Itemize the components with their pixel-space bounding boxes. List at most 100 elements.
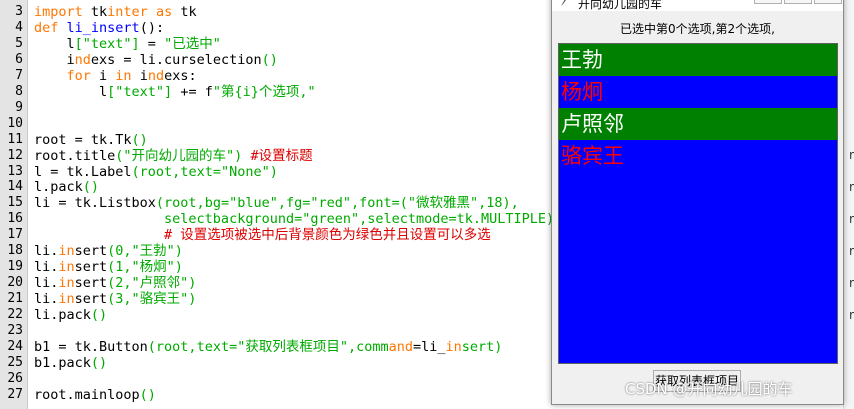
code-token: ["text"] [74,35,140,52]
line-number: 13 [7,163,23,179]
code-token: i [90,67,116,84]
window-titlebar[interactable]: 开向幼儿园的车 [552,0,843,11]
code-token: tk [82,4,108,20]
code-token: exs = li.curselection [90,51,262,68]
code-token: li. [34,243,59,260]
code-text: root.mainloop() [34,387,156,403]
code-text: b1.pack() [34,355,107,371]
line-number: 22 [7,307,23,323]
code-token: def [34,19,59,36]
code-token: i [34,51,75,68]
code-text: l["text"] += f"第{i}个选项," [34,84,316,100]
code-token: # 设置选项被选中后背景颜色为绿色并且设置可以多选 [164,227,491,244]
line-number: 17 [7,227,23,243]
code-token: += f [172,83,213,100]
code-text: import tkinter as tk [34,4,197,20]
listbox-item[interactable]: 骆宾王 [559,140,837,172]
code-token: root = tk.Tk [34,131,132,148]
code-token: exs: [164,67,197,84]
code-token: () [261,51,278,68]
line-number: 4 [15,19,23,35]
maximize-button[interactable] [784,0,812,4]
code-token: root.mai [34,386,100,403]
code-text: li.pack() [34,307,107,323]
line-number: 15 [7,195,23,211]
code-token: (root,text="None") [131,163,278,180]
code-token: (1,"杨炯") [107,259,183,276]
code-token: li. [34,259,59,276]
listbox-item[interactable]: 卢照邻 [559,108,837,140]
code-text: li = tk.Listbox(root,bg="blue",fg="red",… [34,195,519,211]
code-text: indexs = li.curselection() [34,52,278,68]
code-token: sert [74,243,108,260]
code-token: selectbackground="green",selectmode=tk.M… [34,211,555,228]
code-text: li.insert(1,"杨炯") [34,259,183,275]
code-token: li.pack [34,307,91,324]
code-token: l [34,35,75,52]
code-text: l = tk.Label(root,text="None") [34,164,278,180]
code-token: li. [34,291,59,308]
code-text: li.insert(3,"骆宾王") [34,291,196,307]
code-token: (2,"卢照邻") [107,275,197,292]
code-token: in [58,243,75,260]
code-token: inter [107,4,148,20]
code-token: () [90,307,108,324]
listbox-item[interactable]: 王勃 [559,44,837,76]
code-token: import [34,4,83,20]
code-token: = [139,35,165,52]
line-number: 14 [7,179,23,195]
code-token: nd [74,51,91,68]
window-title: 开向幼儿园的车 [578,0,663,11]
code-token: l = tk.Label [34,163,132,180]
minimize-button[interactable] [754,0,782,4]
line-number: 16 [7,211,23,227]
line-number: 26 [7,370,23,386]
line-number: 25 [7,354,23,370]
code-token: l [34,83,108,100]
code-text: li.insert(0,"王勃") [34,243,183,259]
code-token: (root,text="获取列表框项目", [147,338,357,355]
line-number: 11 [7,131,23,147]
code-token: li. [34,275,59,292]
listbox[interactable]: 王勃 杨炯 卢照邻 骆宾王 [558,43,838,364]
line-number: 6 [15,51,23,67]
code-token: (3,"骆宾王") [107,291,197,308]
code-token: in [58,291,75,308]
code-token: =li_ [413,338,446,355]
tk-feather-icon [561,0,566,6]
line-number: 12 [7,147,23,163]
code-token: in [58,275,75,292]
code-token: "第{i}个选项," [212,83,316,100]
code-text: root = tk.Tk() [34,132,148,148]
code-token: #设置标题 [250,147,313,164]
code-token: () [139,386,156,403]
code-token: li = tk.Listbox [34,195,156,212]
line-number: 20 [7,275,23,291]
watermark: CSDN @开向幼儿园的车 [625,380,793,398]
code-token: i [131,67,148,84]
code-token: as [155,4,173,20]
code-token: ("开向幼儿园的车") [115,147,243,164]
code-text: selectbackground="green",selectmode=tk.M… [34,211,554,227]
line-number: 19 [7,259,23,275]
line-number: 8 [15,83,23,99]
code-text: l["text"] = "已选中" [34,36,221,52]
code-token: b1.pack [34,354,91,371]
code-token: comm [356,338,389,355]
code-token: "已选中" [164,35,221,52]
code-token: (root,bg="blue",fg="red",font=("微软雅黑",18… [155,195,519,212]
code-token: l.pack [34,179,83,196]
tk-window[interactable]: 开向幼儿园的车 已选中第0个选项,第2个选项, 王勃 杨炯 卢照邻 骆宾王 获取列表框… [551,0,844,405]
code-token: for [66,67,91,84]
close-button[interactable] [814,0,842,4]
code-token: () [90,354,108,371]
code-token: (): [139,19,165,36]
line-number: 5 [15,35,23,51]
status-label: 已选中第0个选项,第2个选项, [620,22,775,36]
code-token: li_insert [66,19,140,36]
listbox-item[interactable]: 杨炯 [559,76,837,108]
line-number: 27 [7,386,23,402]
code-token: nloop [99,386,140,403]
